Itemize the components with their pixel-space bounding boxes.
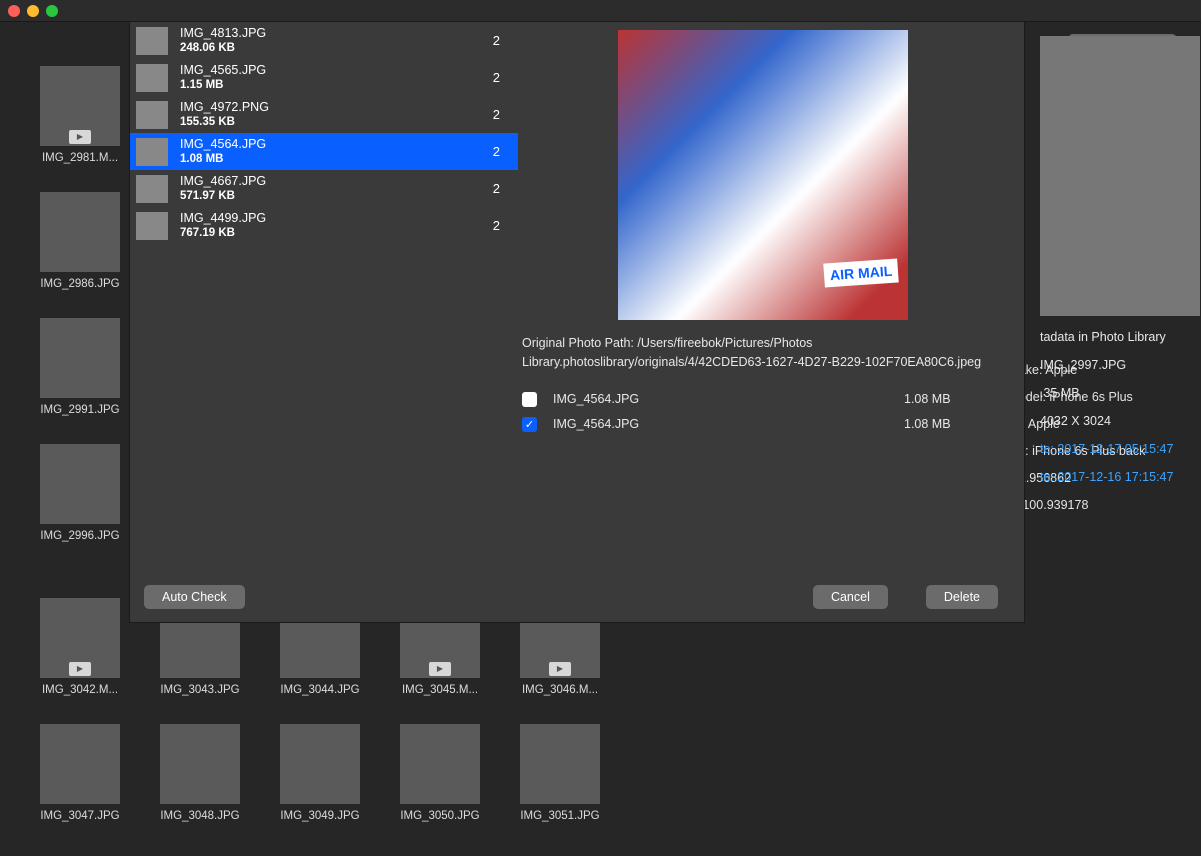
image-icon [40, 724, 120, 804]
duplicate-row[interactable]: IMG_4667.JPG 571.97 KB 2 [130, 170, 518, 207]
image-icon [280, 724, 360, 804]
duplicate-row[interactable]: IMG_4499.JPG 767.19 KB 2 [130, 207, 518, 244]
edit-exif-button[interactable]: Edit Exif data [1068, 34, 1177, 61]
thumbnail-label: IMG_3050.JPG [400, 810, 480, 822]
duplicate-row[interactable]: IMG_4564.JPG 1.08 MB 2 [130, 133, 518, 170]
row-thumb [136, 64, 168, 92]
file-name: IMG_4667.JPG [180, 174, 493, 190]
duplicate-detail: Original Photo Path: /Users/fireebok/Pic… [518, 22, 1024, 572]
duplicate-count: 2 [493, 144, 500, 159]
duplicate-count: 2 [493, 218, 500, 233]
image-icon [40, 192, 120, 272]
minimize-window-button[interactable] [27, 5, 39, 17]
image-icon [520, 724, 600, 804]
row-info: IMG_4499.JPG 767.19 KB [180, 211, 493, 241]
file-size: 155.35 KB [180, 115, 493, 129]
file-size: 1.15 MB [180, 78, 493, 92]
photo-thumbnail[interactable]: IMG_3049.JPG [280, 724, 360, 822]
thumbnail-label: IMG_2986.JPG [40, 278, 120, 290]
photo-thumbnail[interactable]: IMG_3042.M... [40, 598, 120, 696]
file-size: 248.06 KB [180, 41, 493, 55]
preview-image [618, 30, 908, 320]
photo-thumbnail[interactable]: IMG_3047.JPG [40, 724, 120, 822]
copy-filesize: 1.08 MB [904, 417, 1004, 431]
file-size: 1.08 MB [180, 152, 493, 166]
copy-checkbox[interactable] [522, 392, 537, 407]
copy-filename: IMG_4564.JPG [553, 417, 904, 431]
photo-thumbnail[interactable]: IMG_2996.JPG [40, 444, 120, 542]
row-thumb [136, 138, 168, 166]
thumbnail-label: IMG_3049.JPG [280, 810, 360, 822]
row-thumb [136, 212, 168, 240]
path-label: Original Photo Path: [522, 336, 637, 350]
copy-filesize: 1.08 MB [904, 392, 1004, 406]
thumbnail-label: IMG_2981.M... [40, 152, 120, 164]
duplicate-row[interactable]: IMG_4565.JPG 1.15 MB 2 [130, 59, 518, 96]
thumbnail-label: IMG_3047.JPG [40, 810, 120, 822]
image-icon [400, 724, 480, 804]
video-icon [40, 598, 120, 678]
auto-check-button[interactable]: Auto Check [144, 585, 245, 609]
row-thumb [136, 27, 168, 55]
image-icon [40, 444, 120, 524]
duplicate-count: 2 [493, 181, 500, 196]
image-icon [40, 318, 120, 398]
file-size: 571.97 KB [180, 189, 493, 203]
delete-button[interactable]: Delete [926, 585, 998, 609]
copy-filename: IMG_4564.JPG [553, 392, 904, 406]
maximize-window-button[interactable] [46, 5, 58, 17]
thumbnail-label: IMG_3051.JPG [520, 810, 600, 822]
copy-row: IMG_4564.JPG 1.08 MB [522, 392, 1004, 407]
file-name: IMG_4499.JPG [180, 211, 493, 227]
row-thumb [136, 175, 168, 203]
file-name: IMG_4972.PNG [180, 100, 493, 116]
file-name: IMG_4813.JPG [180, 26, 493, 42]
photo-thumbnail[interactable]: IMG_3050.JPG [400, 724, 480, 822]
photo-thumbnail[interactable]: IMG_3051.JPG [520, 724, 600, 822]
row-info: IMG_4667.JPG 571.97 KB [180, 174, 493, 204]
duplicate-list[interactable]: IMG_4813.JPG 248.06 KB 2 IMG_4565.JPG 1.… [130, 22, 518, 572]
original-path: Original Photo Path: /Users/fireebok/Pic… [522, 334, 1004, 372]
row-thumb [136, 101, 168, 129]
cancel-button[interactable]: Cancel [813, 585, 888, 609]
file-name: IMG_4564.JPG [180, 137, 493, 153]
copy-row: ✓ IMG_4564.JPG 1.08 MB [522, 417, 1004, 432]
copy-checkbox[interactable]: ✓ [522, 417, 537, 432]
duplicate-row[interactable]: IMG_4972.PNG 155.35 KB 2 [130, 96, 518, 133]
thumbnail-label: IMG_3042.M... [40, 684, 120, 696]
thumbnail-label: IMG_3043.JPG [160, 684, 240, 696]
duplicate-count: 2 [493, 107, 500, 122]
photo-thumbnail[interactable]: IMG_3048.JPG [160, 724, 240, 822]
row-info: IMG_4813.JPG 248.06 KB [180, 26, 493, 56]
thumbnail-label: IMG_3048.JPG [160, 810, 240, 822]
close-window-button[interactable] [8, 5, 20, 17]
file-size: 767.19 KB [180, 226, 493, 240]
thumbnail-label: IMG_2991.JPG [40, 404, 120, 416]
thumbnail-label: IMG_2996.JPG [40, 530, 120, 542]
duplicate-count: 2 [493, 70, 500, 85]
photo-thumbnail[interactable]: IMG_2986.JPG [40, 192, 120, 290]
thumbnail-label: IMG_3046.M... [520, 684, 600, 696]
thumbnail-label: IMG_3045.M... [400, 684, 480, 696]
duplicate-count: 2 [493, 33, 500, 48]
photo-thumbnail[interactable]: IMG_2991.JPG [40, 318, 120, 416]
duplicate-finder-dialog: IMG_4813.JPG 248.06 KB 2 IMG_4565.JPG 1.… [130, 22, 1024, 622]
row-info: IMG_4972.PNG 155.35 KB [180, 100, 493, 130]
video-icon [40, 66, 120, 146]
row-info: IMG_4565.JPG 1.15 MB [180, 63, 493, 93]
titlebar [0, 0, 1201, 22]
thumbnail-label: IMG_3044.JPG [280, 684, 360, 696]
image-icon [160, 724, 240, 804]
dialog-footer: Auto Check Cancel Delete [130, 572, 1024, 622]
photo-thumbnail[interactable]: IMG_2981.M... [40, 66, 120, 164]
row-info: IMG_4564.JPG 1.08 MB [180, 137, 493, 167]
file-name: IMG_4565.JPG [180, 63, 493, 79]
duplicate-row[interactable]: IMG_4813.JPG 248.06 KB 2 [130, 22, 518, 59]
copy-list: IMG_4564.JPG 1.08 MB ✓ IMG_4564.JPG 1.08… [522, 392, 1004, 432]
